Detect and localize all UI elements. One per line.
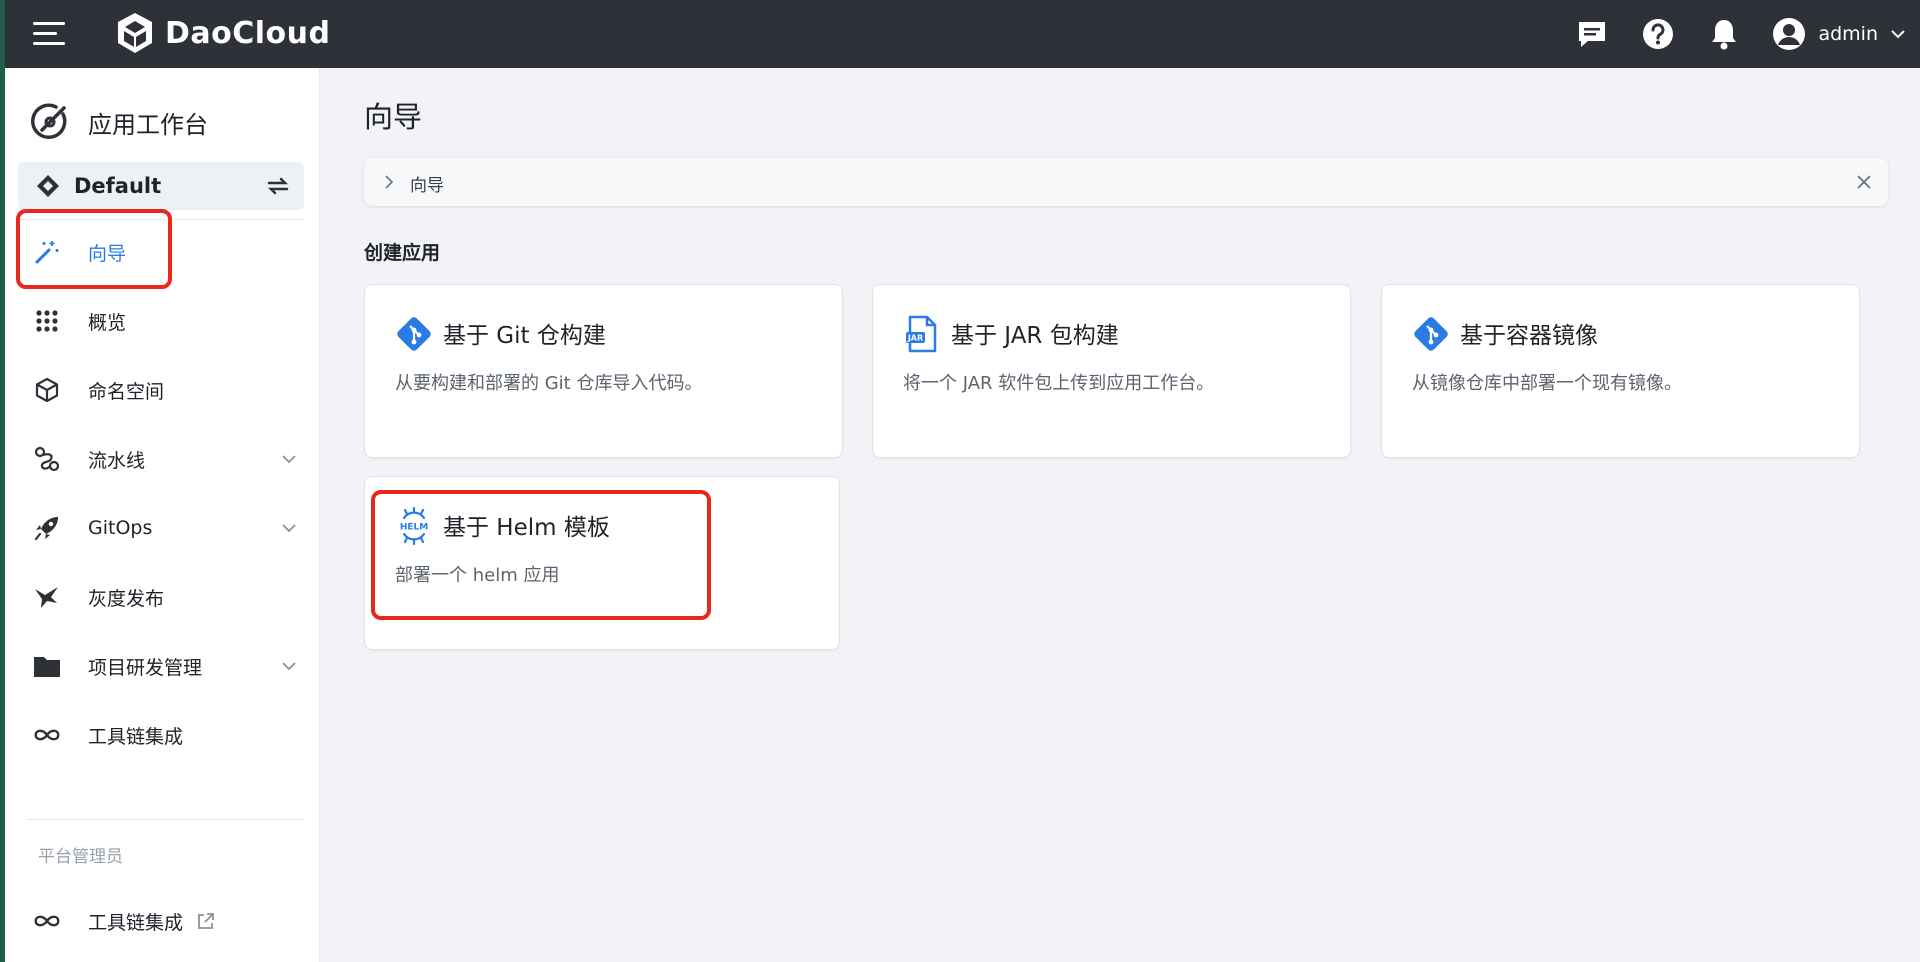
message-icon[interactable]: [1574, 16, 1610, 52]
container-image-icon: [1414, 317, 1448, 351]
chevron-down-icon: [282, 524, 296, 533]
workbench-icon: [31, 103, 67, 139]
card-title: 基于 Git 仓构建: [443, 323, 606, 349]
sidebar-item-namespace[interactable]: 命名空间: [5, 362, 319, 418]
jar-file-icon: JAR: [906, 315, 937, 353]
sidebar-item-label: 概览: [88, 311, 127, 334]
divider: [27, 819, 303, 820]
sidebar-item-overview[interactable]: 概览: [5, 293, 319, 349]
app-title[interactable]: 应用工作台: [30, 102, 208, 142]
user-menu[interactable]: admin: [1772, 17, 1906, 51]
user-name: admin: [1818, 23, 1878, 45]
sidebar-item-label: 工具链集成: [88, 911, 184, 934]
sidebar-item-label: 命名空间: [88, 380, 165, 403]
brand[interactable]: DaoCloud: [115, 10, 331, 56]
sidebar-item-label: 工具链集成: [88, 725, 184, 748]
sidebar-item-canary[interactable]: 灰度发布: [5, 569, 319, 625]
user-avatar-icon: [1773, 18, 1806, 50]
workspace-switcher[interactable]: Default: [18, 162, 304, 210]
breadcrumb-item[interactable]: 向导: [410, 171, 444, 196]
top-bar: DaoCloud admin: [5, 0, 1920, 68]
sidebar-item-label: 灰度发布: [88, 587, 165, 610]
card-title: 基于容器镜像: [1460, 323, 1598, 349]
highlight-box: [371, 490, 711, 620]
sidebar-item-pipeline[interactable]: 流水线: [5, 431, 319, 487]
card-title: 基于 JAR 包构建: [951, 323, 1119, 349]
sidebar-item-label: GitOps: [88, 517, 153, 539]
section-label-platform-admin: 平台管理员: [38, 847, 123, 867]
external-link-icon: [198, 913, 214, 929]
page-title: 向导: [364, 100, 423, 134]
swap-icon[interactable]: [266, 174, 290, 198]
sidebar: 应用工作台 Default 向导 概览 命名空间 流水线 GitOps 灰度发布…: [5, 68, 320, 962]
bird-icon: [33, 583, 61, 611]
card-desc: 将一个 JAR 软件包上传到应用工作台。: [903, 373, 1215, 394]
section-title: 创建应用: [364, 242, 441, 264]
daocloud-logo-icon: [118, 13, 152, 53]
infinity-icon: [33, 907, 61, 935]
infinity-icon: [33, 721, 61, 749]
chevron-right-icon[interactable]: [381, 174, 397, 190]
rocket-icon: [33, 514, 61, 542]
card-desc: 从镜像仓库中部署一个现有镜像。: [1412, 373, 1682, 394]
pipeline-icon: [33, 445, 61, 473]
workspace-name: Default: [74, 174, 162, 198]
card-container-image[interactable]: 基于容器镜像 从镜像仓库中部署一个现有镜像。: [1381, 284, 1860, 458]
workspace-icon: [37, 175, 59, 197]
chevron-down-icon: [282, 662, 296, 671]
card-git-build[interactable]: 基于 Git 仓构建 从要构建和部署的 Git 仓库导入代码。: [364, 284, 843, 458]
highlight-box: [16, 209, 172, 289]
sidebar-item-gitops[interactable]: GitOps: [5, 500, 319, 556]
sidebar-item-toolchain[interactable]: 工具链集成: [5, 707, 319, 763]
card-desc: 从要构建和部署的 Git 仓库导入代码。: [395, 373, 703, 394]
sidebar-item-label: 项目研发管理: [88, 656, 203, 679]
sidebar-item-project-dev[interactable]: 项目研发管理: [5, 638, 319, 694]
svg-text:JAR: JAR: [907, 334, 923, 343]
chevron-down-icon: [1891, 30, 1905, 39]
menu-icon[interactable]: [33, 20, 65, 48]
card-jar-build[interactable]: JAR 基于 JAR 包构建 将一个 JAR 软件包上传到应用工作台。: [872, 284, 1351, 458]
app-title-text: 应用工作台: [88, 110, 208, 139]
chevron-down-icon: [282, 455, 296, 464]
git-icon: [397, 317, 431, 351]
breadcrumb: 向导: [364, 158, 1888, 206]
grid-dots-icon: [33, 307, 61, 335]
sidebar-item-label: 流水线: [88, 449, 146, 472]
sidebar-item-admin-toolchain[interactable]: 工具链集成: [5, 893, 319, 949]
help-icon[interactable]: [1640, 16, 1676, 52]
bell-icon[interactable]: [1706, 16, 1742, 52]
brand-name: DaoCloud: [165, 15, 331, 51]
cube-icon: [33, 376, 61, 404]
folder-icon: [33, 652, 61, 680]
close-icon[interactable]: [1854, 172, 1874, 192]
